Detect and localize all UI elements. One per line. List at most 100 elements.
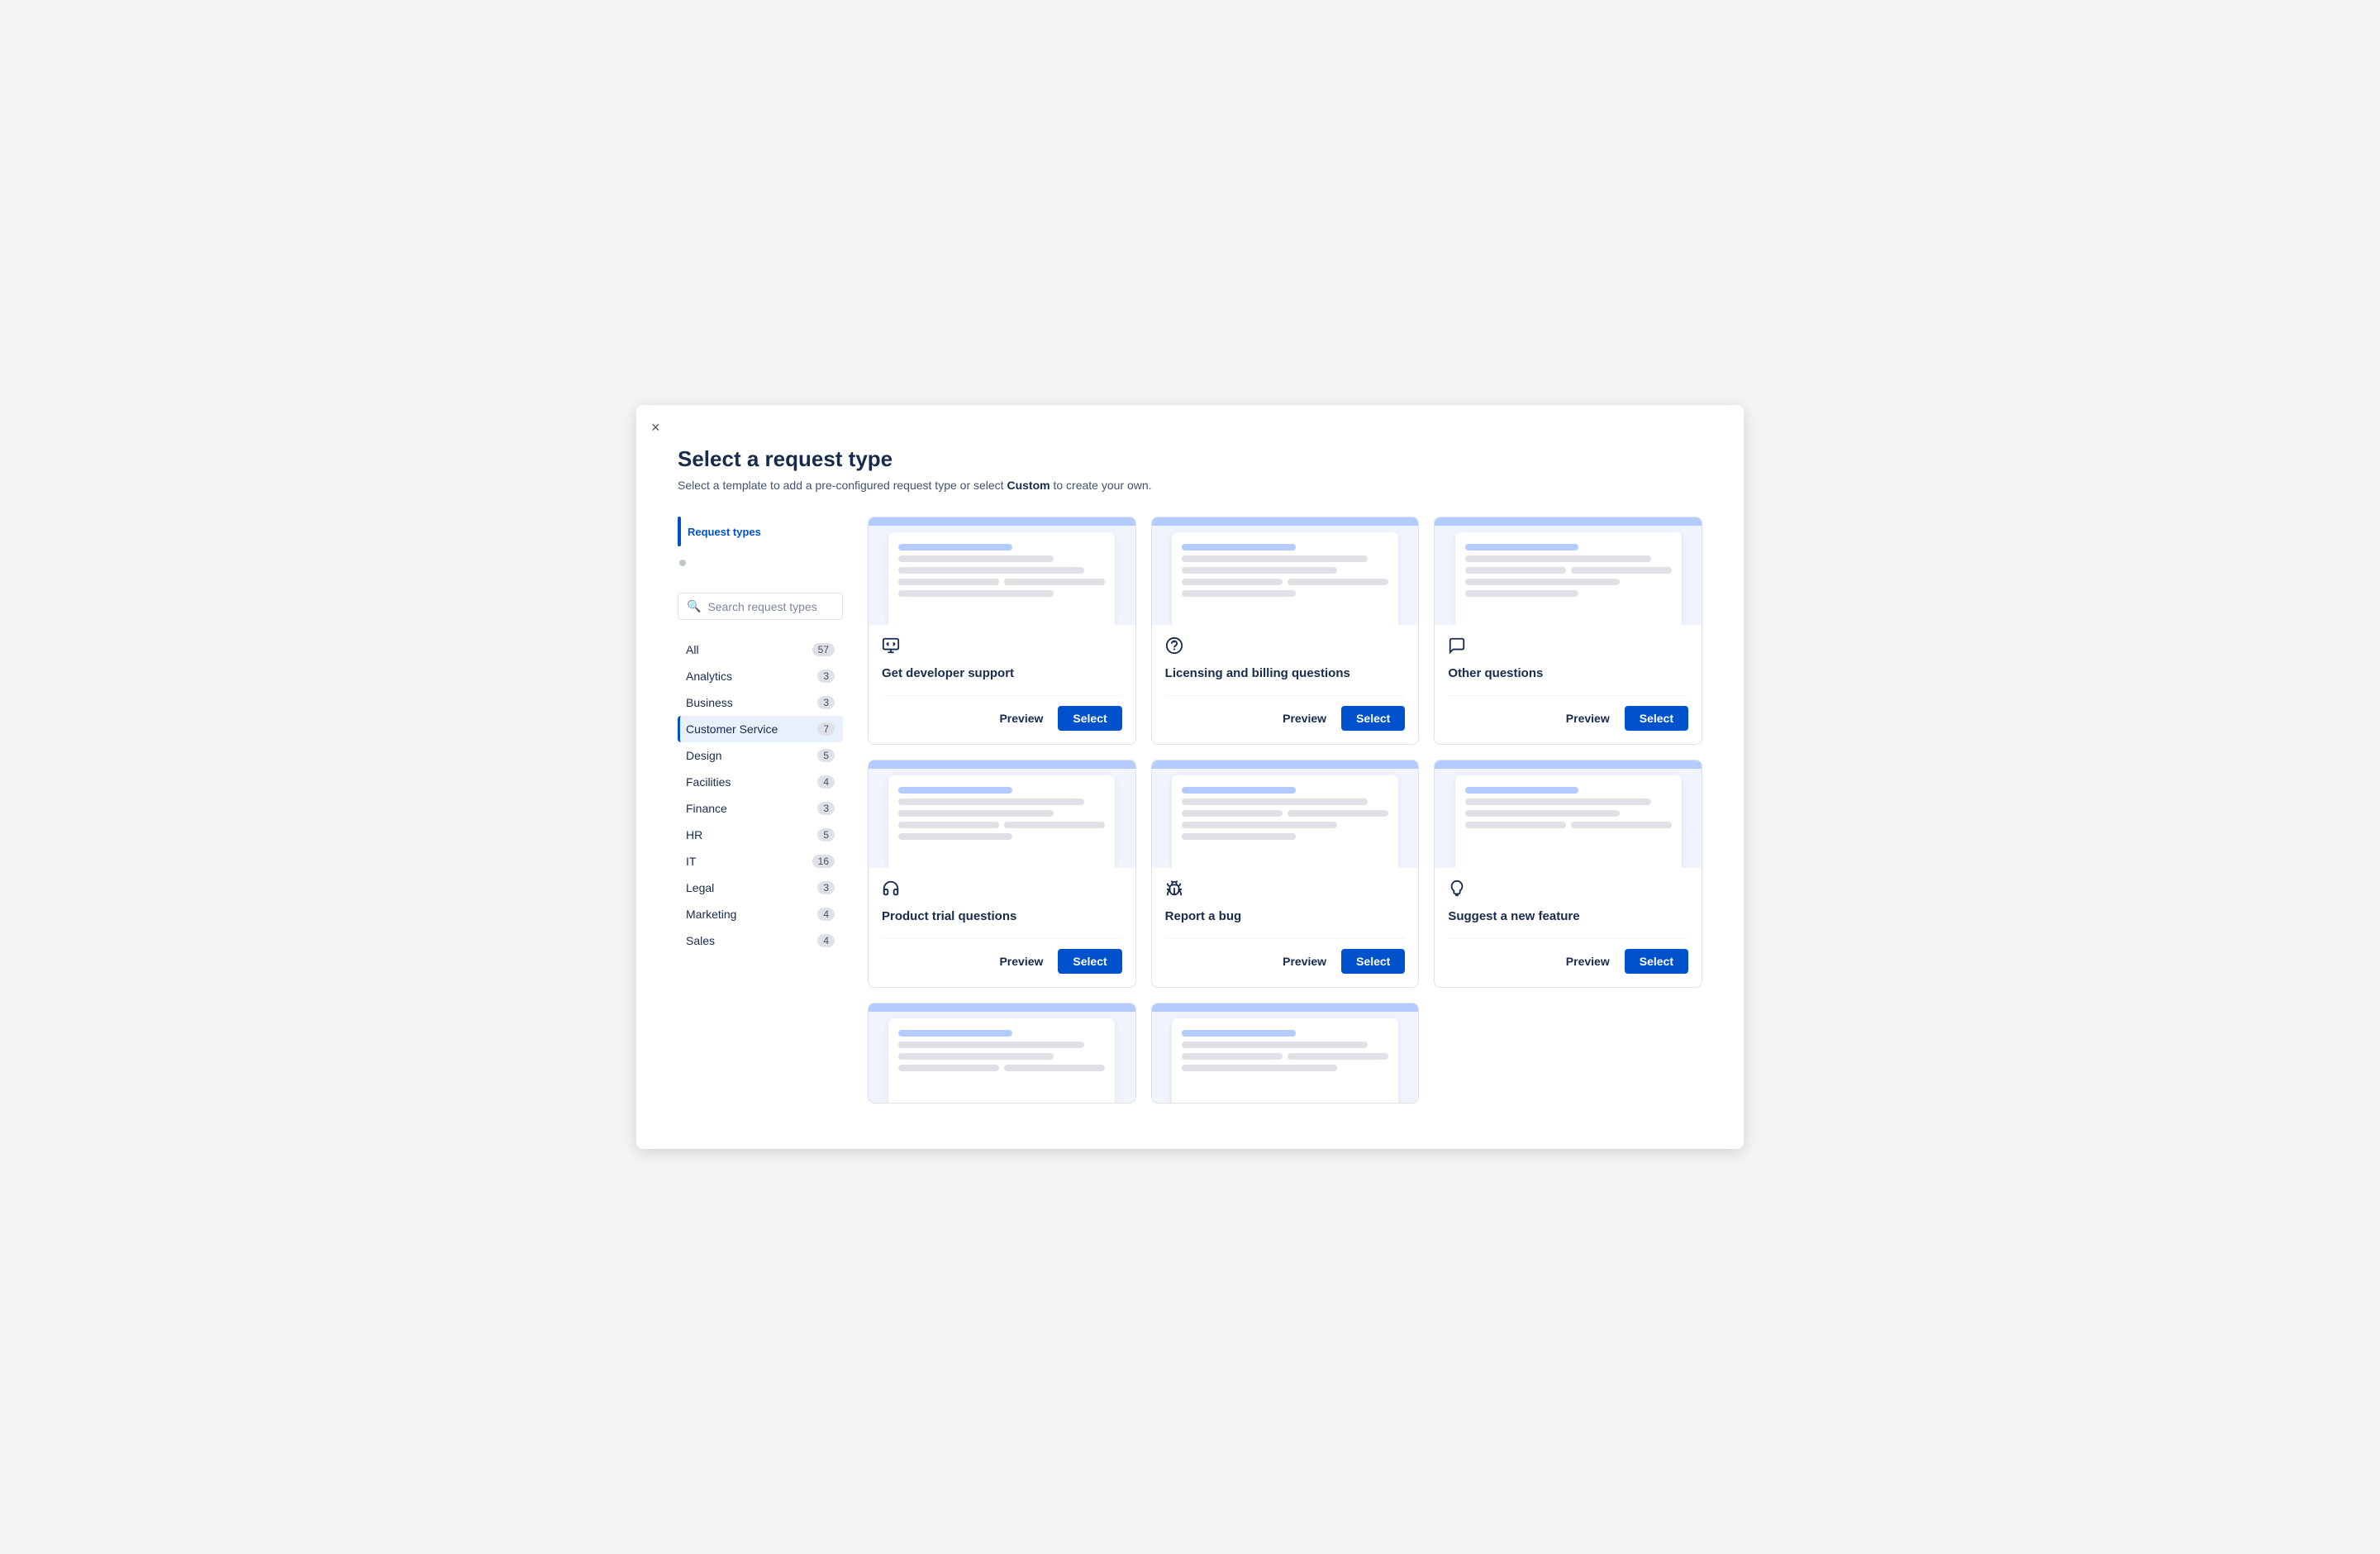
card-preview: [1152, 760, 1419, 868]
preview-button[interactable]: Preview: [992, 707, 1050, 730]
category-item-marketing[interactable]: Marketing 4: [678, 901, 843, 927]
preview-line: [1182, 787, 1296, 794]
category-item-sales[interactable]: Sales 4: [678, 927, 843, 954]
category-label: Business: [686, 696, 733, 709]
preview-line: [1182, 833, 1296, 840]
card-actions: Preview Select: [1448, 695, 1688, 731]
category-item-business[interactable]: Business 3: [678, 689, 843, 716]
preview-line: [1182, 579, 1283, 585]
category-label: IT: [686, 855, 696, 868]
cards-area: Get developer support Preview Select: [868, 517, 1702, 1104]
preview-row: [898, 1065, 1105, 1071]
preview-line: [898, 1053, 1054, 1060]
preview-line: [1004, 579, 1105, 585]
card-actions: Preview Select: [882, 695, 1122, 731]
sidebar-section-request-types[interactable]: Request types: [678, 517, 843, 546]
card-preview: [1152, 517, 1419, 625]
search-icon: 🔍: [687, 599, 701, 613]
card-preview: [869, 760, 1135, 868]
preview-button[interactable]: Preview: [1276, 950, 1333, 973]
product-trial-icon: [882, 879, 1122, 903]
card-title: Suggest a new feature: [1448, 909, 1688, 935]
card-partial-8: [1151, 1003, 1420, 1104]
preview-line: [898, 1065, 999, 1071]
close-button[interactable]: ×: [651, 420, 660, 435]
sidebar-section-other[interactable]: [678, 560, 843, 566]
select-button[interactable]: Select: [1341, 706, 1405, 731]
category-item-design[interactable]: Design 5: [678, 742, 843, 769]
preview-line: [898, 579, 999, 585]
category-item-customer-service[interactable]: Customer Service 7: [678, 716, 843, 742]
preview-row: [1182, 810, 1388, 817]
category-item-legal[interactable]: Legal 3: [678, 875, 843, 901]
category-label: Marketing: [686, 908, 736, 921]
category-label: All: [686, 643, 699, 656]
preview-top-bar: [869, 517, 1135, 526]
card-preview: [1152, 1003, 1419, 1103]
select-button[interactable]: Select: [1625, 706, 1688, 731]
category-item-finance[interactable]: Finance 3: [678, 795, 843, 822]
preview-row: [1465, 567, 1672, 574]
preview-inner: [1455, 532, 1682, 625]
category-count: 4: [817, 934, 835, 947]
card-body: Product trial questions Preview Select: [869, 868, 1135, 987]
preview-button[interactable]: Preview: [1559, 950, 1616, 973]
preview-button[interactable]: Preview: [1276, 707, 1333, 730]
licensing-icon: [1165, 636, 1406, 660]
category-count: 5: [817, 749, 835, 762]
card-other-questions: Other questions Preview Select: [1434, 517, 1702, 745]
developer-support-icon: [882, 636, 1122, 660]
preview-line: [1571, 822, 1672, 828]
search-input[interactable]: [707, 600, 834, 613]
card-actions: Preview Select: [882, 938, 1122, 974]
preview-button[interactable]: Preview: [992, 950, 1050, 973]
preview-inner: [888, 1018, 1115, 1103]
sidebar: Request types 🔍 All 57 Analytics: [678, 517, 843, 1104]
preview-line: [1465, 590, 1579, 597]
card-title: Get developer support: [882, 666, 1122, 692]
card-product-trial: Product trial questions Preview Select: [868, 760, 1136, 988]
category-count: 7: [817, 722, 835, 736]
preview-line: [1465, 787, 1579, 794]
card-get-developer-support: Get developer support Preview Select: [868, 517, 1136, 745]
preview-inner: [1455, 775, 1682, 868]
category-count: 16: [812, 855, 835, 868]
preview-inner: [1172, 1018, 1398, 1103]
select-button[interactable]: Select: [1058, 706, 1121, 731]
select-button[interactable]: Select: [1625, 949, 1688, 974]
preview-line: [898, 1030, 1012, 1037]
preview-button[interactable]: Preview: [1559, 707, 1616, 730]
preview-line: [1182, 1042, 1368, 1048]
category-item-all[interactable]: All 57: [678, 636, 843, 663]
preview-top-bar: [1152, 760, 1419, 769]
preview-line: [1182, 555, 1368, 562]
cards-grid: Get developer support Preview Select: [868, 517, 1702, 1104]
preview-line: [898, 822, 999, 828]
preview-line: [898, 590, 1054, 597]
preview-line: [1182, 822, 1337, 828]
category-item-it[interactable]: IT 16: [678, 848, 843, 875]
category-item-hr[interactable]: HR 5: [678, 822, 843, 848]
category-label: HR: [686, 828, 702, 841]
preview-top-bar: [1435, 760, 1702, 769]
card-title: Other questions: [1448, 666, 1688, 692]
select-button[interactable]: Select: [1058, 949, 1121, 974]
preview-line: [1182, 1065, 1337, 1071]
active-indicator: [678, 517, 681, 546]
card-title: Report a bug: [1165, 909, 1406, 935]
preview-line: [1465, 567, 1566, 574]
category-item-analytics[interactable]: Analytics 3: [678, 663, 843, 689]
category-label: Sales: [686, 934, 715, 947]
card-preview: [1435, 760, 1702, 868]
select-button[interactable]: Select: [1341, 949, 1405, 974]
category-label: Design: [686, 749, 722, 762]
preview-inner: [1172, 775, 1398, 868]
card-body: Report a bug Preview Select: [1152, 868, 1419, 987]
other-questions-icon: [1448, 636, 1688, 660]
preview-line: [1571, 567, 1672, 574]
category-item-facilities[interactable]: Facilities 4: [678, 769, 843, 795]
sidebar-nav: Request types: [678, 517, 843, 576]
card-title: Product trial questions: [882, 909, 1122, 935]
category-count: 5: [817, 828, 835, 841]
category-label: Facilities: [686, 775, 731, 789]
